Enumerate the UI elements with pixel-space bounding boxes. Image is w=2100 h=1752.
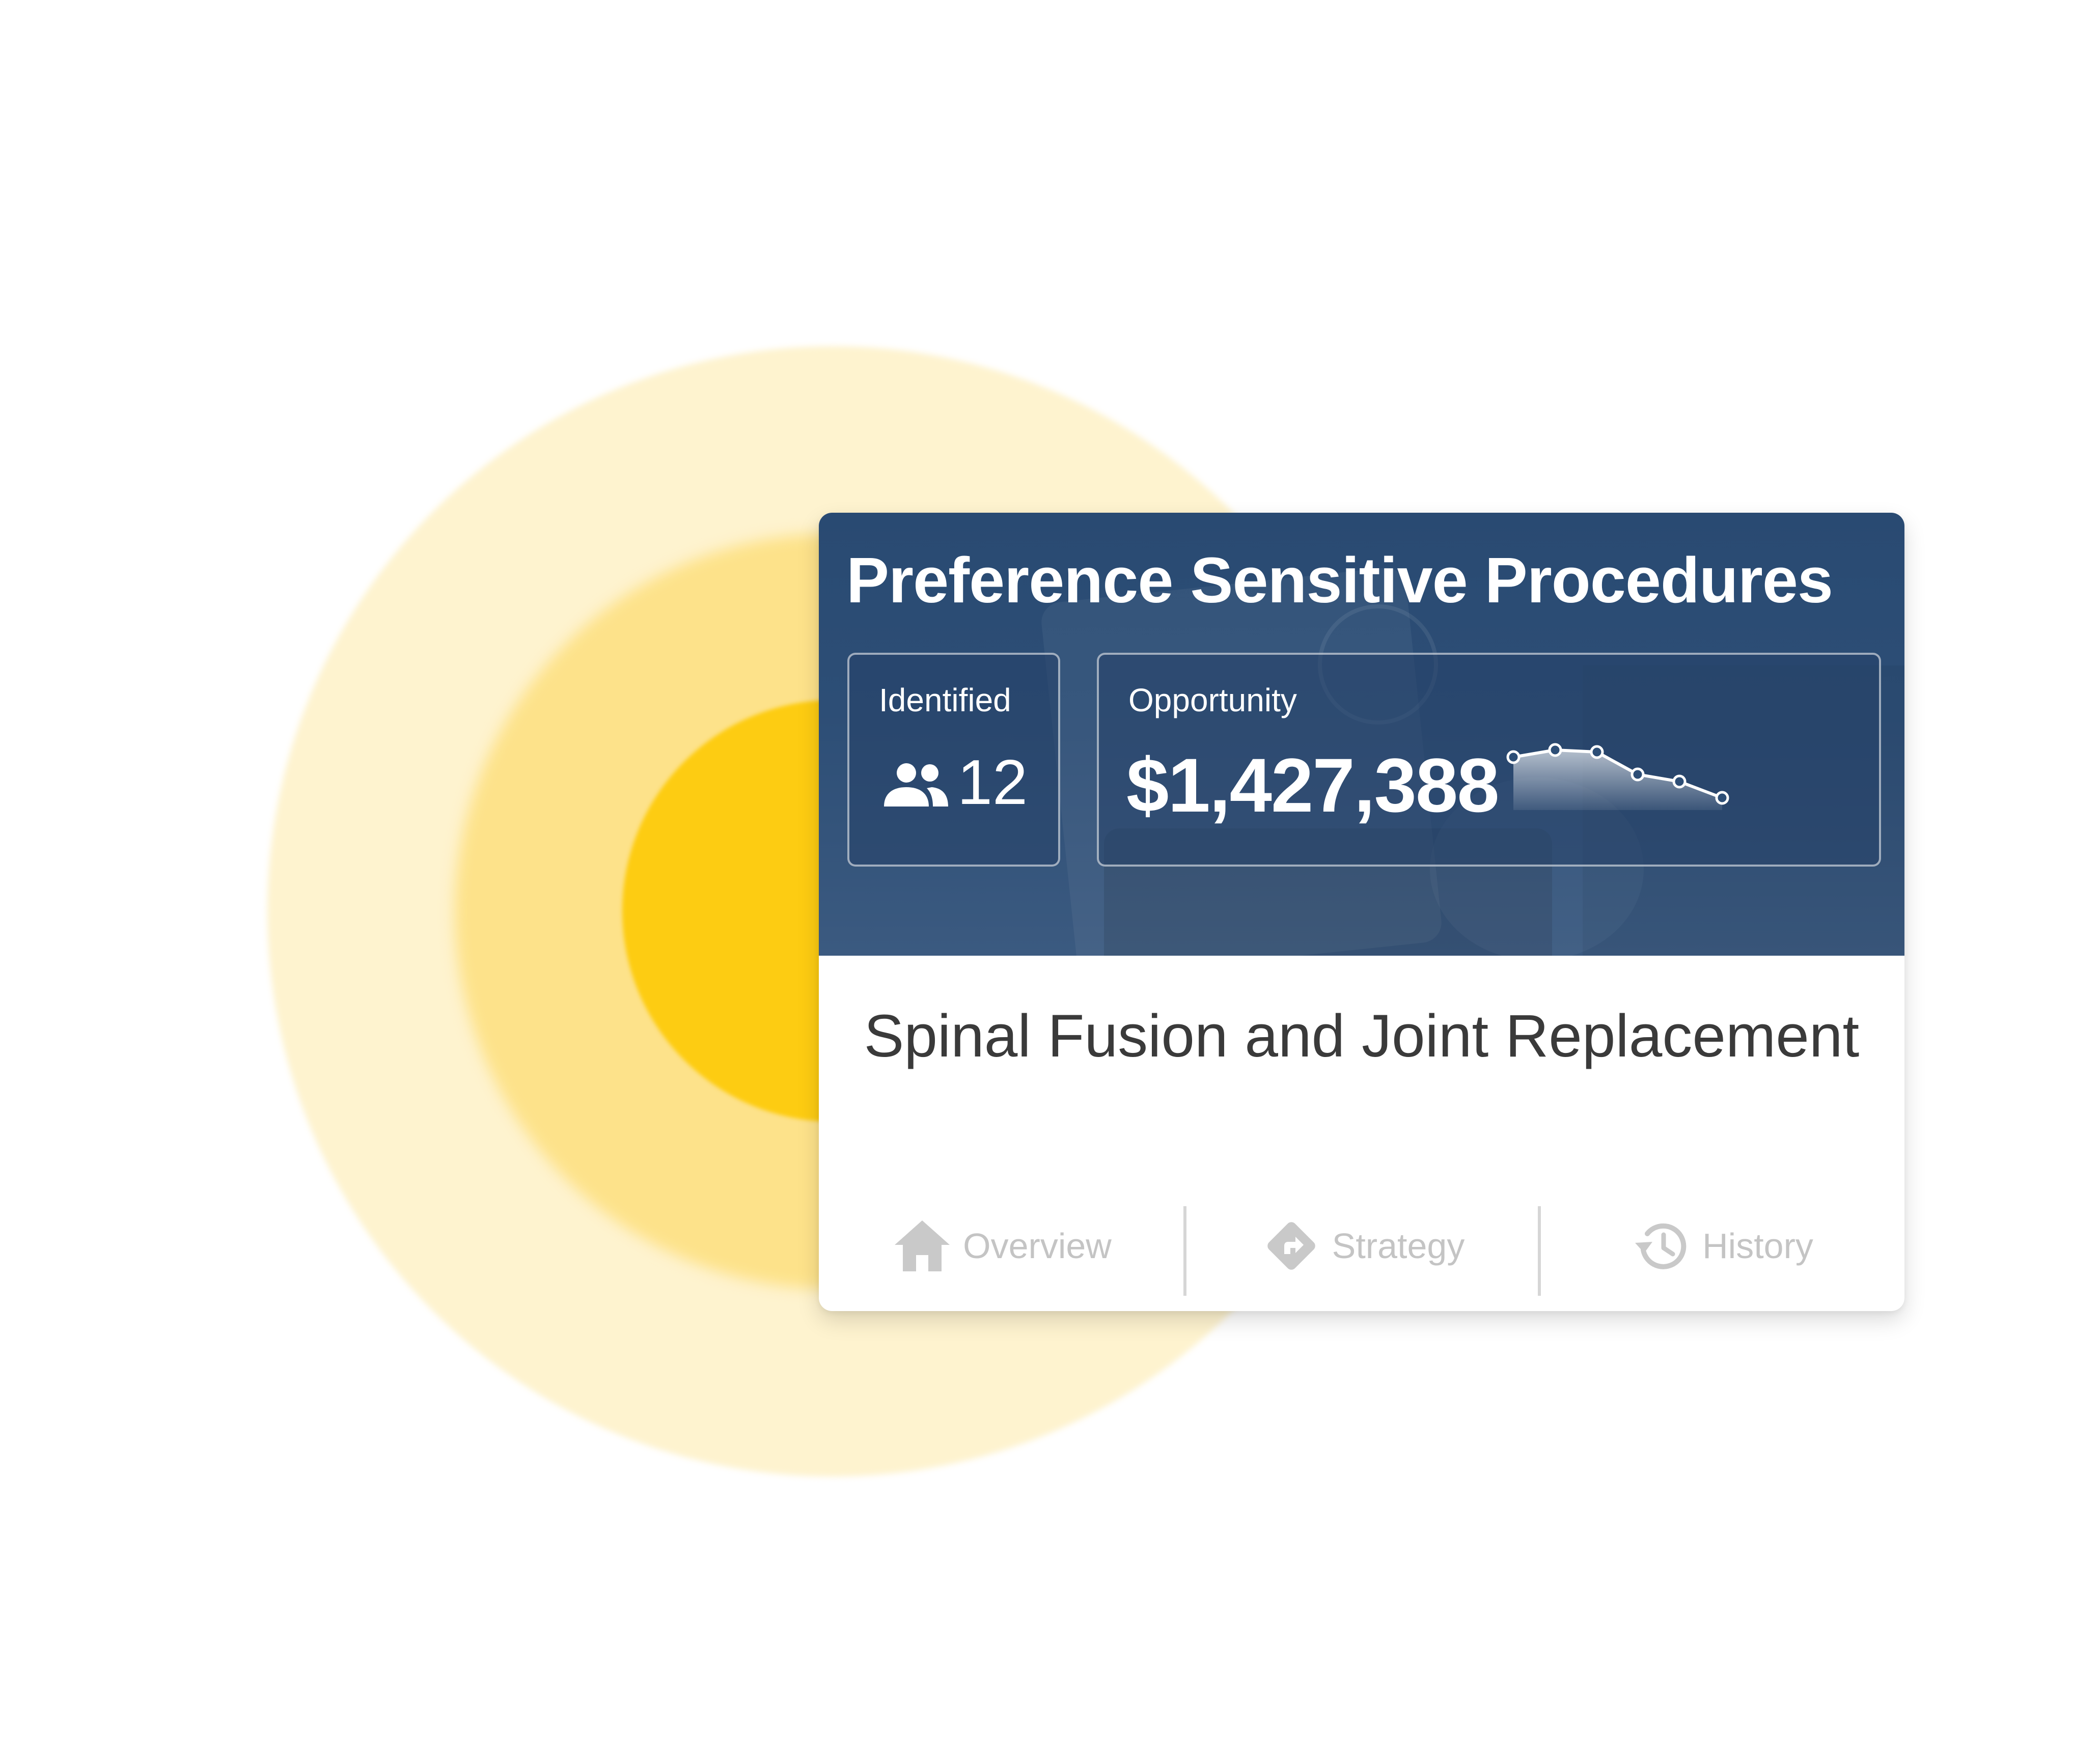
identified-count: 12 (957, 747, 1028, 818)
tab-overview-label: Overview (963, 1226, 1112, 1266)
tab-divider (1183, 1206, 1186, 1296)
opportunity-amount: $1,427,388 (1126, 742, 1500, 828)
procedure-card[interactable]: Preference Sensitive Procedures Identifi… (819, 513, 1904, 1311)
card-title: Preference Sensitive Procedures (846, 544, 1833, 616)
tab-history-label: History (1702, 1226, 1813, 1266)
home-icon (895, 1220, 950, 1271)
card-header: Preference Sensitive Procedures Identifi… (819, 513, 1904, 956)
opportunity-stat: Opportunity $1,427,388 (1097, 653, 1881, 867)
identified-label: Identified (879, 682, 1011, 718)
tab-strategy-label: Strategy (1332, 1226, 1465, 1266)
history-icon (1635, 1223, 1687, 1269)
card-subtitle: Spinal Fusion and Joint Replacement (864, 1003, 1860, 1070)
identified-stat: Identified 12 (847, 653, 1060, 867)
directions-icon (1267, 1222, 1315, 1270)
people-icon (884, 763, 948, 807)
tab-overview[interactable]: Overview (819, 1200, 1185, 1292)
tab-strategy[interactable]: Strategy (1187, 1200, 1539, 1292)
sparkline-trend (1506, 743, 1729, 810)
card-tabs: Overview Strategy History (819, 1200, 1904, 1296)
opportunity-label: Opportunity (1128, 682, 1297, 718)
tab-history[interactable]: History (1541, 1200, 1904, 1292)
